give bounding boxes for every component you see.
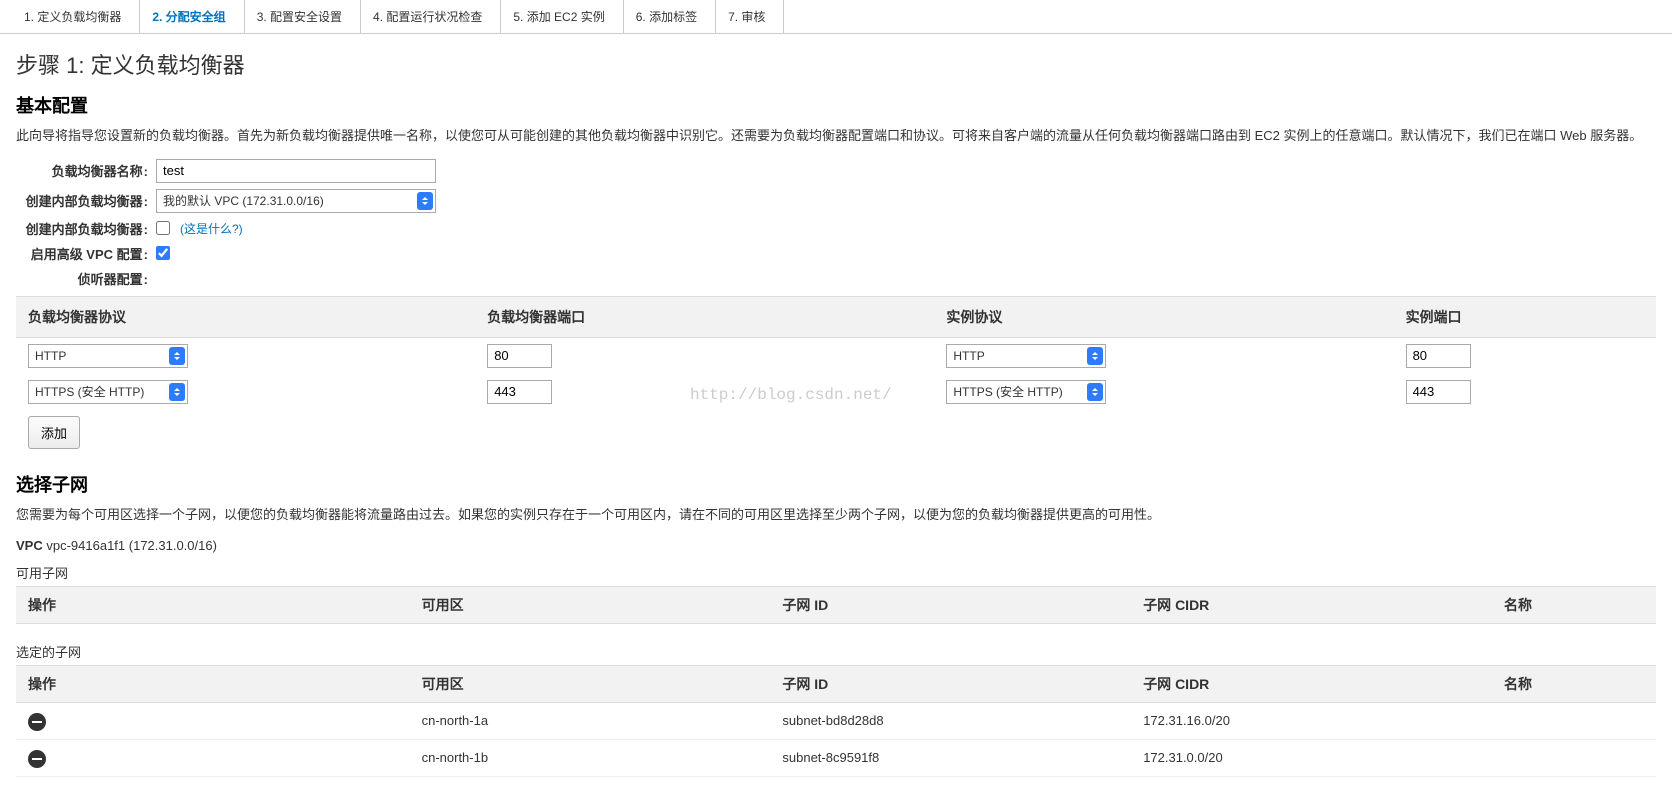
wizard-tab-1[interactable]: 1. 定义负载均衡器 — [12, 0, 140, 33]
available-subnets-table: 操作 可用区 子网 ID 子网 CIDR 名称 — [16, 586, 1656, 624]
wizard-tab-7[interactable]: 7. 审核 — [716, 0, 784, 33]
vpc-label: VPC — [16, 538, 43, 553]
chevron-updown-icon — [1087, 383, 1103, 401]
th-name: 名称 — [1492, 586, 1656, 623]
wizard-tab-4[interactable]: 4. 配置运行状况检查 — [361, 0, 501, 33]
lb-port-input-1[interactable] — [487, 380, 552, 404]
cell-cidr-0: 172.31.16.0/20 — [1131, 702, 1492, 739]
th-cidr: 子网 CIDR — [1131, 586, 1492, 623]
inst-protocol-value-1: HTTPS (安全 HTTP) — [953, 383, 1062, 400]
th-lb-port: 负载均衡器端口 — [475, 296, 934, 337]
th-az: 可用区 — [410, 586, 771, 623]
listener-config-label: 侦听器配置 — [16, 269, 156, 288]
lb-port-input-0[interactable] — [487, 344, 552, 368]
internal-lb-checkbox[interactable] — [156, 221, 170, 235]
th-cidr-sel: 子网 CIDR — [1131, 665, 1492, 702]
listener-row: HTTP HTTP — [16, 337, 1656, 374]
th-az-sel: 可用区 — [410, 665, 771, 702]
remove-subnet-icon[interactable] — [28, 750, 46, 768]
cell-subnet-id-0: subnet-bd8d28d8 — [770, 702, 1131, 739]
lb-name-input[interactable] — [156, 159, 436, 183]
selected-subnets-table: 操作 可用区 子网 ID 子网 CIDR 名称 cn-north-1a subn… — [16, 665, 1656, 777]
th-subnet-id: 子网 ID — [770, 586, 1131, 623]
th-inst-port: 实例端口 — [1394, 296, 1656, 337]
adv-vpc-checkbox[interactable] — [156, 246, 170, 260]
lb-protocol-value-0: HTTP — [35, 349, 66, 363]
cell-name-0 — [1492, 702, 1656, 739]
wizard-tab-3[interactable]: 3. 配置安全设置 — [245, 0, 361, 33]
internal-lb-label: 创建内部负载均衡器 — [16, 219, 156, 238]
vpc-select-value: 我的默认 VPC (172.31.0.0/16) — [163, 192, 324, 209]
subnet-section-title: 选择子网 — [16, 471, 1656, 497]
th-op: 操作 — [16, 586, 410, 623]
cell-az-1: cn-north-1b — [410, 739, 771, 776]
selected-subnets-title: 选定的子网 — [16, 642, 1656, 661]
lb-protocol-select-1[interactable]: HTTPS (安全 HTTP) — [28, 380, 188, 404]
vpc-select-label: 创建内部负载均衡器 — [16, 191, 156, 210]
inst-port-input-1[interactable] — [1406, 380, 1471, 404]
listener-table: 负载均衡器协议 负载均衡器端口 实例协议 实例端口 HTTP HTTP — [16, 296, 1656, 410]
chevron-updown-icon — [1087, 347, 1103, 365]
lb-protocol-value-1: HTTPS (安全 HTTP) — [35, 383, 144, 400]
adv-vpc-label: 启用高级 VPC 配置 — [16, 244, 156, 263]
table-row: cn-north-1a subnet-bd8d28d8 172.31.16.0/… — [16, 702, 1656, 739]
wizard-tab-6[interactable]: 6. 添加标签 — [624, 0, 716, 33]
vpc-value: vpc-9416a1f1 (172.31.0.0/16) — [46, 538, 217, 553]
wizard-tabs: 1. 定义负载均衡器 2. 分配安全组 3. 配置安全设置 4. 配置运行状况检… — [0, 0, 1672, 34]
inst-port-input-0[interactable] — [1406, 344, 1471, 368]
th-name-sel: 名称 — [1492, 665, 1656, 702]
wizard-tab-5[interactable]: 5. 添加 EC2 实例 — [501, 0, 623, 33]
basic-config-title: 基本配置 — [16, 92, 1656, 118]
remove-subnet-icon[interactable] — [28, 713, 46, 731]
cell-subnet-id-1: subnet-8c9591f8 — [770, 739, 1131, 776]
inst-protocol-select-1[interactable]: HTTPS (安全 HTTP) — [946, 380, 1106, 404]
lb-protocol-select-0[interactable]: HTTP — [28, 344, 188, 368]
vpc-line: VPC vpc-9416a1f1 (172.31.0.0/16) — [16, 538, 1656, 553]
subnet-desc: 您需要为每个可用区选择一个子网，以便您的负载均衡器能将流量路由过去。如果您的实例… — [16, 505, 1656, 526]
table-row: cn-north-1b subnet-8c9591f8 172.31.0.0/2… — [16, 739, 1656, 776]
cell-cidr-1: 172.31.0.0/20 — [1131, 739, 1492, 776]
inst-protocol-value-0: HTTP — [953, 349, 984, 363]
chevron-updown-icon — [417, 192, 433, 210]
chevron-updown-icon — [169, 347, 185, 365]
cell-az-0: cn-north-1a — [410, 702, 771, 739]
basic-config-desc: 此向导将指导您设置新的负载均衡器。首先为新负载均衡器提供唯一名称，以使您可从可能… — [16, 126, 1656, 147]
what-is-this-link[interactable]: (这是什么?) — [180, 220, 243, 237]
inst-protocol-select-0[interactable]: HTTP — [946, 344, 1106, 368]
th-lb-protocol: 负载均衡器协议 — [16, 296, 475, 337]
add-listener-button[interactable]: 添加 — [28, 416, 80, 449]
available-subnets-title: 可用子网 — [16, 563, 1656, 582]
th-op-sel: 操作 — [16, 665, 410, 702]
listener-row: HTTPS (安全 HTTP) HTTPS (安全 HTTP) — [16, 374, 1656, 410]
th-inst-protocol: 实例协议 — [934, 296, 1393, 337]
wizard-tab-2[interactable]: 2. 分配安全组 — [140, 0, 244, 33]
chevron-updown-icon — [169, 383, 185, 401]
vpc-select[interactable]: 我的默认 VPC (172.31.0.0/16) — [156, 189, 436, 213]
step-title: 步骤 1: 定义负载均衡器 — [16, 48, 1656, 80]
lb-name-label: 负载均衡器名称 — [16, 161, 156, 180]
th-subnet-id-sel: 子网 ID — [770, 665, 1131, 702]
cell-name-1 — [1492, 739, 1656, 776]
